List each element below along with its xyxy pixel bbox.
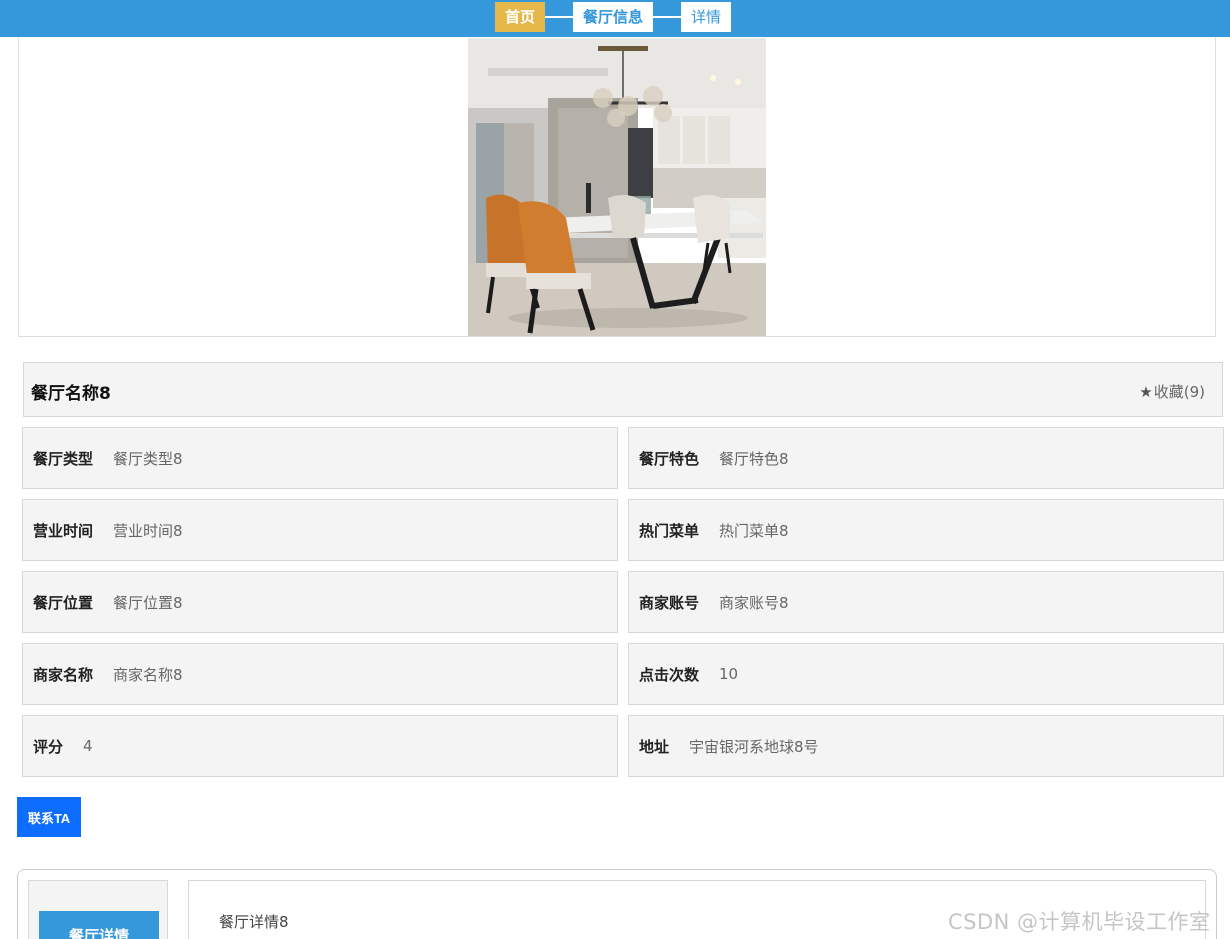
breadcrumb-current: 详情 — [681, 2, 732, 32]
info-value: 4 — [83, 737, 93, 755]
breadcrumb-bar: 首页 餐厅信息 详情 — [0, 0, 1230, 37]
info-label: 地址 — [639, 737, 670, 756]
info-label: 热门菜单 — [639, 521, 700, 540]
info-value: 宇宙银河系地球8号 — [689, 737, 819, 756]
info-clicks: 点击次数 10 — [628, 643, 1224, 705]
info-label: 点击次数 — [639, 665, 700, 684]
contact-button[interactable]: 联系TA — [17, 797, 81, 837]
breadcrumb-section[interactable]: 餐厅信息 — [573, 2, 654, 32]
favorite-button[interactable]: ★ 收藏(9) — [1139, 381, 1205, 402]
info-merchant: 商家名称 商家名称8 — [22, 643, 618, 705]
info-label: 餐厅类型 — [33, 449, 94, 468]
detail-text: 餐厅详情8 — [219, 913, 289, 931]
info-value: 热门菜单8 — [719, 521, 789, 540]
info-value: 营业时间8 — [113, 521, 183, 540]
info-label: 餐厅位置 — [33, 593, 94, 612]
info-value: 餐厅特色8 — [719, 449, 789, 468]
info-menu: 热门菜单 热门菜单8 — [628, 499, 1224, 561]
restaurant-name: 餐厅名称8 — [31, 384, 111, 404]
tab-restaurant-detail[interactable]: 餐厅详情 — [39, 911, 159, 939]
info-label: 营业时间 — [33, 521, 94, 540]
info-value: 10 — [719, 665, 739, 683]
info-label: 餐厅特色 — [639, 449, 700, 468]
info-hours: 营业时间 营业时间8 — [22, 499, 618, 561]
watermark: CSDN @计算机毕设工作室 — [948, 910, 1211, 934]
info-account: 商家账号 商家账号8 — [628, 571, 1224, 633]
breadcrumb-separator — [545, 16, 574, 18]
info-location: 餐厅位置 餐厅位置8 — [22, 571, 618, 633]
info-address: 地址 宇宙银河系地球8号 — [628, 715, 1224, 777]
info-value: 餐厅类型8 — [113, 449, 183, 468]
restaurant-title-bar: 餐厅名称8 ★ 收藏(9) — [23, 362, 1223, 417]
info-feature: 餐厅特色 餐厅特色8 — [628, 427, 1224, 489]
restaurant-photo — [468, 38, 766, 336]
info-type: 餐厅类型 餐厅类型8 — [22, 427, 618, 489]
info-value: 商家账号8 — [719, 593, 789, 612]
breadcrumb-home[interactable]: 首页 — [495, 2, 546, 32]
star-icon: ★ — [1139, 382, 1153, 401]
info-value: 商家名称8 — [113, 665, 183, 684]
info-value: 餐厅位置8 — [113, 593, 183, 612]
favorite-label: 收藏(9) — [1153, 383, 1205, 401]
breadcrumb: 首页 餐厅信息 详情 — [495, 2, 732, 32]
breadcrumb-separator — [653, 16, 682, 18]
info-label: 商家名称 — [33, 665, 94, 684]
info-label: 评分 — [33, 737, 64, 756]
info-rating: 评分 4 — [22, 715, 618, 777]
info-label: 商家账号 — [639, 593, 700, 612]
